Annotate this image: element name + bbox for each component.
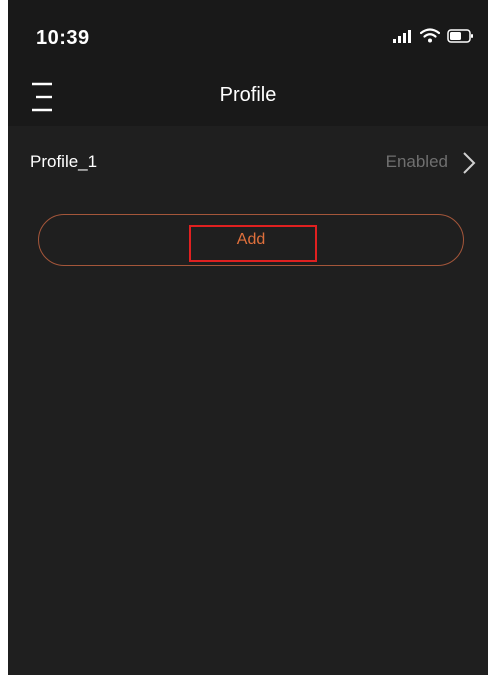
status-icons bbox=[393, 28, 474, 43]
status-time: 10:39 bbox=[36, 27, 90, 49]
cellular-signal-icon bbox=[393, 29, 411, 43]
add-button-label: Add bbox=[236, 231, 266, 248]
chevron-right-icon bbox=[463, 152, 476, 174]
page-title: Profile bbox=[219, 84, 277, 106]
status-bar: 10:39 bbox=[8, 0, 488, 70]
profile-name: Profile_1 bbox=[30, 152, 98, 171]
battery-icon bbox=[447, 28, 473, 43]
profile-status: Enabled bbox=[385, 152, 448, 171]
wifi-icon bbox=[420, 28, 440, 43]
profile-list-item[interactable]: Profile_1 Enabled bbox=[8, 132, 488, 192]
navigation-bar: Profile bbox=[8, 70, 488, 126]
app-screen: 10:39 Profile Profile_1 Enabled Add bbox=[8, 0, 488, 675]
add-profile-button[interactable]: Add bbox=[38, 214, 464, 266]
